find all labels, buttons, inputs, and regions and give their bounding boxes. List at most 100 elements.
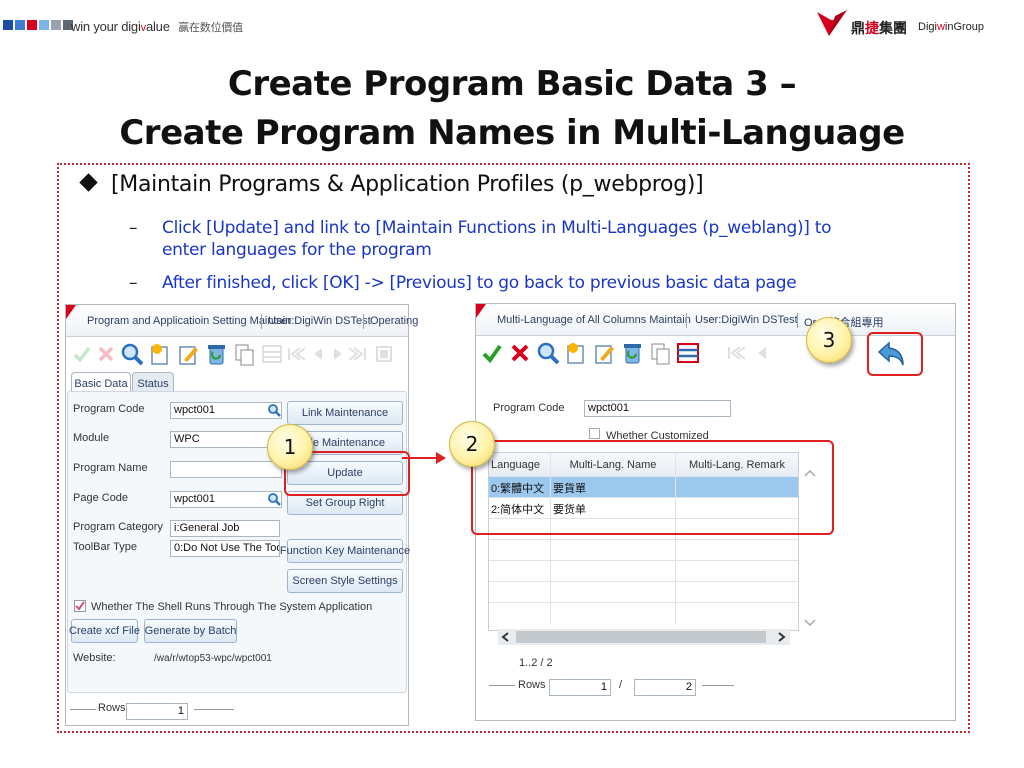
page-code-field[interactable]: wpct001	[170, 491, 282, 508]
empty-row	[489, 603, 798, 624]
operating-label: Operating	[370, 315, 419, 327]
slide-title-line1: Create Program Basic Data 3 –	[227, 64, 797, 104]
prev-record-icon[interactable]	[748, 336, 776, 370]
tagline-post: alue	[145, 19, 170, 34]
previous-highlight	[867, 332, 923, 376]
create-xcf-file-button[interactable]: Create xcf File	[69, 619, 140, 643]
sub-bullet-2: – After finished, click [OK] -> [Previou…	[129, 272, 949, 294]
window-tabbar: Program and Applicatioin Setting Maintai…	[66, 305, 418, 337]
module-field[interactable]: WPC	[170, 431, 282, 448]
empty-row	[489, 582, 798, 603]
tagline-pre: win your digi	[71, 19, 141, 34]
ml-rows-current-field[interactable]: 1	[549, 679, 611, 696]
generate-by-batch-button[interactable]: Generate by Batch	[144, 619, 237, 643]
program-code-field[interactable]: wpct001	[170, 402, 282, 419]
empty-row	[489, 561, 798, 582]
scroll-down-icon[interactable]	[803, 618, 817, 628]
ok-check-icon[interactable]	[478, 336, 506, 370]
tagline: win your digivalue 赢在数位價值	[71, 19, 243, 35]
first-record-icon[interactable]	[722, 336, 750, 370]
scroll-right-icon[interactable]	[776, 632, 786, 642]
ml-rows-label: Rows	[518, 679, 546, 691]
module-label: Module	[73, 432, 110, 444]
digiwin-logo-mark	[817, 10, 847, 36]
sub-bullet-1-line2: enter languages for the program	[162, 240, 432, 260]
program-category-label: Program Category	[73, 521, 163, 533]
website-value: /wa/r/wtop53-wpc/wpct001	[154, 653, 272, 664]
website-label: Website:	[73, 652, 116, 664]
edit-icon[interactable]	[590, 336, 618, 370]
sub-bullet-dash: –	[129, 273, 138, 293]
left-toolbar	[66, 337, 408, 373]
ml-rows-separator: /	[619, 679, 623, 691]
customized-checkbox[interactable]	[589, 428, 600, 439]
delete-icon[interactable]	[618, 336, 646, 370]
ml-program-code-field[interactable]: wpct001	[584, 400, 731, 417]
brand-en: DigiwinGroup	[918, 21, 985, 33]
lookup-search-icon[interactable]	[267, 492, 281, 506]
link-maintenance-button[interactable]: Link Maintenance	[287, 401, 403, 425]
tab-separator	[686, 313, 687, 328]
slide-header: win your digivalue 赢在数位價值 鼎捷集團 DigiwinGr…	[0, 0, 1024, 58]
page-code-label: Page Code	[73, 492, 129, 504]
user-label: User:DigiWin DSTest	[695, 314, 798, 326]
program-code-label: Program Code	[73, 403, 145, 415]
grid-highlight	[471, 440, 834, 535]
callout-2: 2	[449, 421, 495, 467]
rows-line-right	[702, 685, 734, 686]
arrow-icon	[402, 452, 446, 464]
copy-icon[interactable]	[230, 337, 258, 371]
search-icon[interactable]	[534, 336, 562, 370]
cancel-x-icon[interactable]	[92, 337, 120, 371]
layout-icon[interactable]	[674, 336, 702, 370]
screen-style-settings-button[interactable]: Screen Style Settings	[287, 569, 403, 593]
square-2	[15, 20, 25, 30]
square-3	[27, 20, 37, 30]
ml-rows-total-field: 2	[634, 679, 696, 696]
shell-checkbox-label: Whether The Shell Runs Through The Syste…	[91, 601, 373, 613]
horizontal-scrollbar[interactable]	[498, 629, 790, 645]
corner-marker	[66, 305, 76, 319]
digiwin-logo: 鼎捷集團 DigiwinGroup	[815, 8, 1015, 40]
scroll-left-icon[interactable]	[501, 632, 511, 642]
shell-checkbox[interactable]	[74, 600, 86, 612]
square-4	[39, 20, 49, 30]
user-label: User:DigiWin DSTest	[268, 315, 371, 327]
program-name-label: Program Name	[73, 462, 148, 474]
square-5	[51, 20, 61, 30]
delete-icon[interactable]	[202, 337, 230, 371]
last-record-icon[interactable]	[344, 337, 372, 371]
rows-line-right	[194, 709, 234, 710]
corner-marker	[476, 304, 486, 318]
window-title-tab[interactable]: Multi-Language of All Columns Maintain	[497, 314, 691, 326]
sub-bullet-2-text: After finished, click [OK] -> [Previous]…	[162, 273, 797, 293]
function-key-maintenance-button[interactable]: Function Key Maintenance	[280, 539, 410, 563]
rows-line-left	[70, 709, 96, 710]
tab-separator	[363, 314, 364, 329]
scrollbar-thumb[interactable]	[516, 631, 766, 643]
copy-icon[interactable]	[646, 336, 674, 370]
main-bullet: [Maintain Programs & Application Profile…	[79, 172, 704, 197]
add-new-icon[interactable]	[562, 336, 590, 370]
lookup-search-icon[interactable]	[267, 403, 281, 417]
slide-title-line2: Create Program Names in Multi-Language	[119, 113, 905, 153]
program-category-field[interactable]: i:General Job	[170, 520, 280, 537]
tagline-cn: 赢在数位價值	[178, 22, 243, 34]
tab-separator	[797, 313, 798, 328]
sub-bullet-1-line1: Click [Update] and link to [Maintain Fun…	[162, 218, 832, 238]
brand-cn: 鼎捷集團	[851, 21, 907, 37]
export-icon[interactable]	[370, 337, 398, 371]
main-bullet-text: [Maintain Programs & Application Profile…	[111, 172, 704, 197]
toolbar-type-field[interactable]: 0:Do Not Use The ToolBa	[170, 540, 280, 557]
brand-squares	[3, 20, 73, 30]
cancel-x-icon[interactable]	[506, 336, 534, 370]
edit-icon[interactable]	[174, 337, 202, 371]
program-name-field[interactable]	[170, 461, 282, 478]
tab-separator	[261, 314, 262, 329]
rows-line-left	[489, 685, 515, 686]
search-icon[interactable]	[118, 337, 146, 371]
rows-field[interactable]: 1	[126, 703, 188, 720]
diamond-bullet-icon	[79, 173, 98, 192]
callout-3: 3	[806, 317, 852, 363]
add-new-icon[interactable]	[146, 337, 174, 371]
